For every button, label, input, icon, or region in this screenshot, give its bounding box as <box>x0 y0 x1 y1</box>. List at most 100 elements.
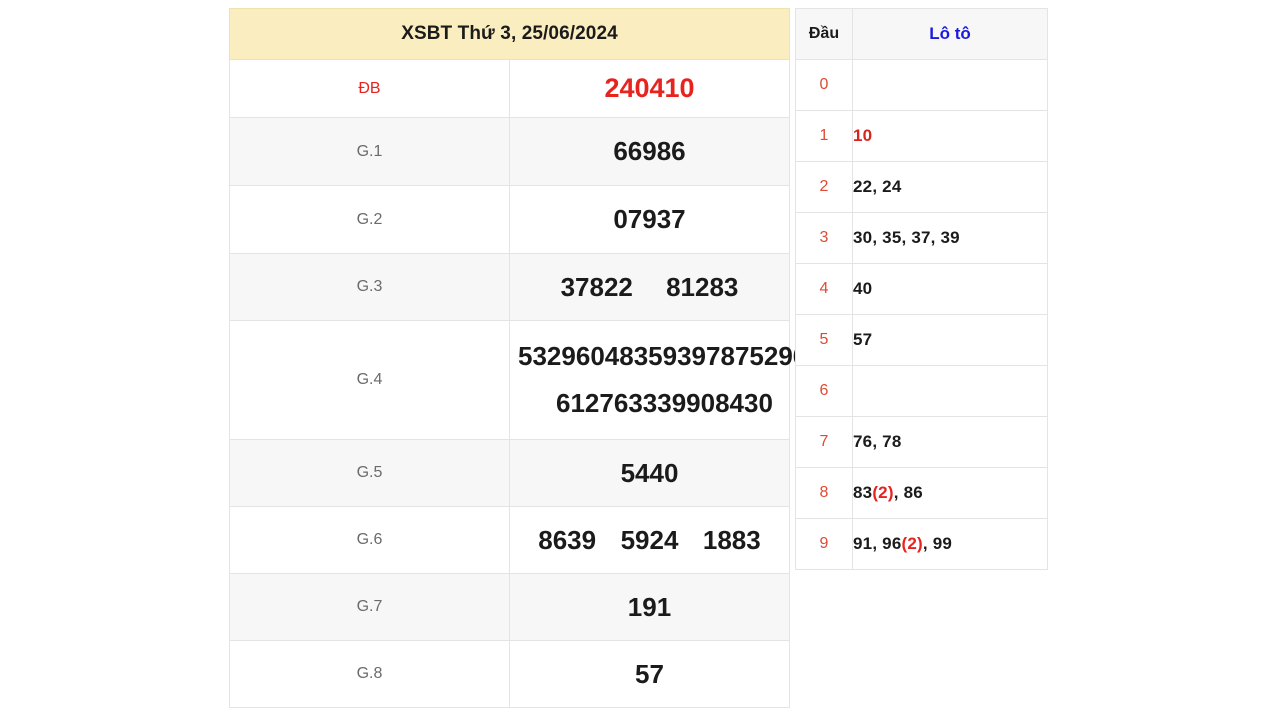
loto-number-value: 86 <box>903 483 923 502</box>
loto-number: 78 <box>882 432 901 451</box>
loto-row: 0 <box>795 59 1048 111</box>
prize-label-g7: G.7 <box>229 573 510 641</box>
loto-number-value: 76 <box>853 432 873 451</box>
loto-number: 83(2) <box>853 483 894 502</box>
prize-label-g1: G.1 <box>229 117 510 186</box>
prize-number-line: 61276 33399 08430 <box>510 388 789 419</box>
prize-values: 8639 5924 1883 <box>509 506 790 574</box>
title-row: XSBT Thứ 3, 25/06/2024 <box>229 8 790 60</box>
loto-number: 22 <box>853 177 872 196</box>
loto-numbers: 40 <box>852 263 1048 315</box>
prize-label-g6: G.6 <box>229 506 510 574</box>
prize-label-g5: G.5 <box>229 439 510 507</box>
prize-number: 37822 <box>560 271 633 302</box>
prize-number: 61276 <box>556 388 629 418</box>
loto-number-value: 83 <box>853 483 873 502</box>
loto-number: 86 <box>904 483 923 502</box>
prize-number-line: 5440 <box>510 458 789 489</box>
prize-number-line: 37822 81283 <box>510 272 789 303</box>
loto-numbers: 22, 24 <box>852 161 1048 213</box>
loto-row: 8 83(2), 86 <box>795 467 1048 519</box>
prize-row: G.2 07937 <box>229 185 790 254</box>
loto-number-value: 78 <box>882 432 902 451</box>
loto-header-row: Đầu Lô tô <box>795 8 1048 60</box>
prize-number: 08430 <box>700 388 773 418</box>
loto-numbers: 10 <box>852 110 1048 162</box>
loto-row: 4 40 <box>795 263 1048 315</box>
loto-number: 96(2) <box>882 534 923 553</box>
prize-row: G.5 5440 <box>229 439 790 507</box>
prize-label-b: ĐB <box>229 59 510 118</box>
loto-numbers: 83(2), 86 <box>852 467 1048 519</box>
loto-number-value: 30 <box>853 228 873 247</box>
loto-header-dau: Đầu <box>795 8 853 60</box>
loto-row: 9 91, 96(2), 99 <box>795 518 1048 570</box>
loto-number-value: 10 <box>853 126 873 145</box>
prize-result-body: XSBT Thứ 3, 25/06/2024 ĐB 240410 G.1 66986 G… <box>229 8 807 708</box>
loto-number: 35 <box>882 228 901 247</box>
prize-row: ĐB 240410 <box>229 59 790 118</box>
prize-number-line: 07937 <box>510 204 789 235</box>
loto-dau-5: 5 <box>795 314 853 366</box>
prize-number: 81283 <box>666 271 739 302</box>
prize-number: 04835 <box>590 341 663 371</box>
prize-number: 191 <box>627 591 672 622</box>
prize-number: 07937 <box>613 204 686 234</box>
loto-header-loto: Lô tô <box>852 8 1048 60</box>
prize-number: 240410 <box>604 73 695 103</box>
prize-values: 66986 <box>509 117 790 186</box>
prize-row: G.6 8639 5924 1883 <box>229 506 790 574</box>
prize-row: G.8 57 <box>229 640 790 708</box>
prize-number-line: 66986 <box>510 136 789 167</box>
prize-row: G.7 191 <box>229 573 790 641</box>
prize-label-g2: G.2 <box>229 185 510 254</box>
loto-table: Đầu Lô tô 0 1 10 2 22, 24 3 30, 35, 37, 39 4 40 5… <box>795 8 1048 570</box>
prize-row: G.4 53296 04835 93978 75296 61276 33399 08430 <box>229 320 807 440</box>
loto-number-count: (2) <box>901 534 923 553</box>
loto-dau-0: 0 <box>795 59 853 111</box>
loto-number: 30 <box>853 228 872 247</box>
loto-number-value: 24 <box>882 177 902 196</box>
lottery-result-page: XSBT Thứ 3, 25/06/2024 ĐB 240410 G.1 66986 G… <box>0 0 1280 720</box>
loto-number-value: 91 <box>853 534 873 553</box>
loto-dau-8: 8 <box>795 467 853 519</box>
loto-number-value: 96 <box>882 534 902 553</box>
prize-number: 57 <box>635 658 664 689</box>
loto-number-value: 37 <box>911 228 931 247</box>
loto-number: 76 <box>853 432 872 451</box>
loto-number: 99 <box>933 534 952 553</box>
loto-numbers: 91, 96(2), 99 <box>852 518 1048 570</box>
prize-label-g3: G.3 <box>229 253 510 321</box>
prize-label-g8: G.8 <box>229 640 510 708</box>
loto-dau-2: 2 <box>795 161 853 213</box>
loto-number: 40 <box>853 279 872 298</box>
loto-dau-3: 3 <box>795 212 853 264</box>
loto-number: 37 <box>911 228 930 247</box>
prize-number: 33399 <box>628 388 701 418</box>
prize-values: 5440 <box>509 439 790 507</box>
loto-number: 57 <box>853 330 872 349</box>
prize-number-line: 8639 5924 1883 <box>510 525 789 556</box>
loto-row: 1 10 <box>795 110 1048 162</box>
prize-row: G.1 66986 <box>229 117 790 186</box>
prize-label-g4: G.4 <box>229 320 510 440</box>
loto-dau-4: 4 <box>795 263 853 315</box>
loto-number: 91 <box>853 534 872 553</box>
loto-number-value: 35 <box>882 228 902 247</box>
prize-number: 8639 <box>538 524 597 555</box>
prize-number: 53296 <box>518 341 591 371</box>
loto-number: 39 <box>941 228 960 247</box>
loto-table-body: Đầu Lô tô 0 1 10 2 22, 24 3 30, 35, 37, 39 4 40 5… <box>795 8 1048 570</box>
prize-number-line: 240410 <box>510 73 789 104</box>
prize-row: G.3 37822 81283 <box>229 253 790 321</box>
loto-dau-6: 6 <box>795 365 853 417</box>
loto-row: 7 76, 78 <box>795 416 1048 468</box>
result-title: XSBT Thứ 3, 25/06/2024 <box>229 8 790 60</box>
loto-row: 3 30, 35, 37, 39 <box>795 212 1048 264</box>
loto-number-value: 40 <box>853 279 873 298</box>
loto-numbers <box>852 59 1048 111</box>
prize-number: 66986 <box>613 136 686 166</box>
prize-result-table: XSBT Thứ 3, 25/06/2024 ĐB 240410 G.1 66986 G… <box>229 8 807 708</box>
prize-number: 1883 <box>702 524 761 555</box>
loto-dau-1: 1 <box>795 110 853 162</box>
